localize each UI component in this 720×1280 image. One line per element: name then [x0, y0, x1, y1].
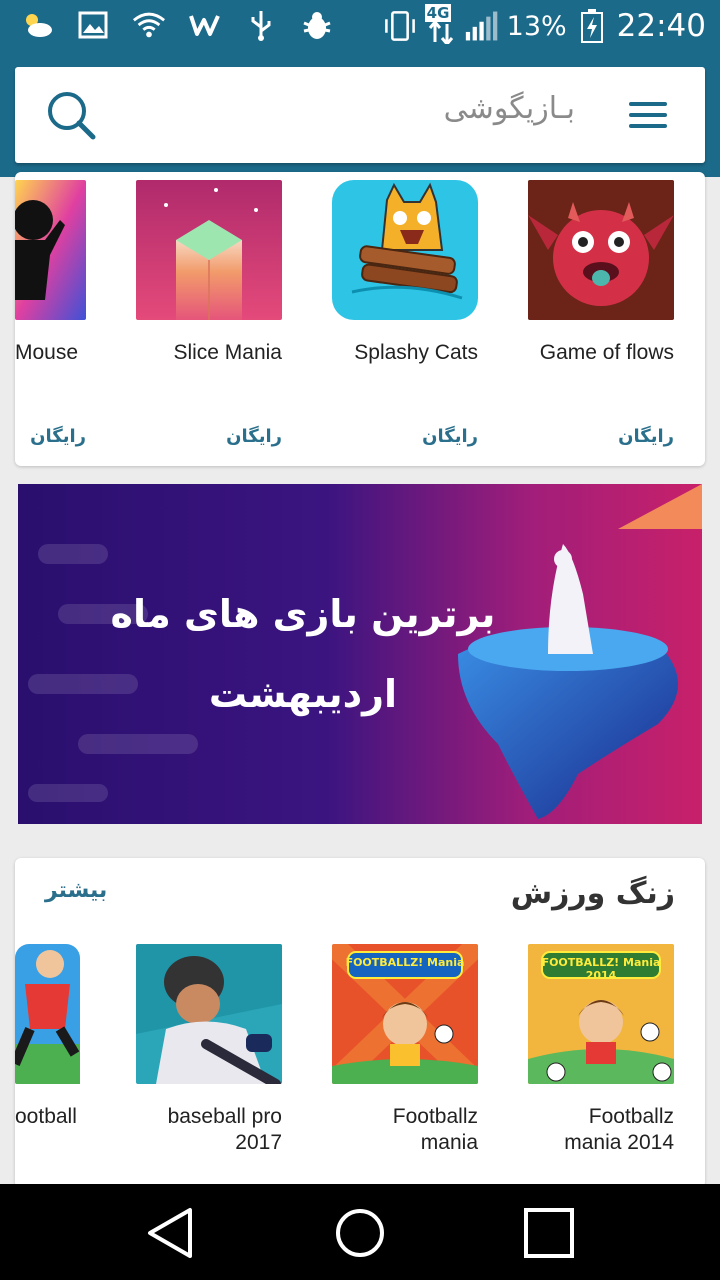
- battery-percent: 13%: [506, 10, 567, 42]
- promo-banner[interactable]: برترین بازی های ماه اردیبهشت: [18, 484, 702, 824]
- app-item-splashy-cats[interactable]: Splashy Cats رایگان: [332, 180, 478, 447]
- app-logo-text: FOOTBALLZ! Mania: [345, 956, 465, 969]
- signal-icon: [465, 9, 499, 43]
- battery-charging-icon: [575, 9, 609, 43]
- app-item-baseball-pro-2017[interactable]: baseball pro 2017: [136, 944, 282, 1156]
- w-app-icon: [188, 8, 222, 42]
- app-price: رایگان: [422, 426, 478, 447]
- app-icon-footballz-mania-2014: FOOTBALLZ! Mania 2014: [528, 944, 674, 1084]
- app-name: Footballz mania 2014: [564, 1105, 674, 1154]
- app-title: بـازیگوشی: [443, 91, 575, 126]
- vibrate-icon: [383, 9, 417, 43]
- app-name: Game of flows: [539, 341, 674, 364]
- search-icon[interactable]: [45, 89, 97, 141]
- app-item-mouse[interactable]: Mouse رایگان: [15, 180, 86, 447]
- app-item-slice-mania[interactable]: Slice Mania رایگان: [136, 180, 282, 447]
- app-price: رایگان: [226, 426, 282, 447]
- clock: 22:40: [616, 8, 706, 44]
- app-name: Slice Mania: [173, 341, 282, 364]
- app-name: baseball pro 2017: [167, 1105, 282, 1154]
- app-name: Splashy Cats: [354, 341, 478, 364]
- navigation-bar: [0, 1184, 720, 1280]
- network-type: 4G: [424, 4, 452, 22]
- app-item-game-of-flows[interactable]: Game of flows رایگان: [528, 180, 674, 447]
- app-icon-baseball-pro-2017: [136, 944, 282, 1084]
- status-bar: 4G 13% 22:40: [0, 0, 720, 52]
- menu-icon[interactable]: [629, 102, 667, 128]
- app-icon-slice-mania: [136, 180, 282, 320]
- app-item-footballz-mania[interactable]: FOOTBALLZ! Mania Footballz mania: [332, 944, 478, 1156]
- recents-icon[interactable]: [522, 1206, 576, 1260]
- back-icon[interactable]: [144, 1206, 198, 1260]
- wifi-icon: [132, 8, 166, 42]
- app-icon-mouse: [15, 180, 86, 320]
- app-bar: بـازیگوشی: [15, 67, 705, 163]
- app-item-footballz-mania-2014[interactable]: FOOTBALLZ! Mania 2014 Footballz mania 20…: [528, 944, 674, 1156]
- app-item-football[interactable]: ootball: [15, 944, 86, 1130]
- weather-icon: [20, 8, 54, 42]
- bug-icon: [300, 8, 334, 42]
- app-name: Mouse: [15, 341, 79, 364]
- banner-line-2: اردیبهشت: [208, 672, 398, 716]
- usb-icon: [244, 8, 278, 42]
- home-icon[interactable]: [333, 1206, 387, 1260]
- banner-text: برترین بازی های ماه اردیبهشت: [108, 574, 498, 734]
- app-price: رایگان: [30, 426, 86, 447]
- app-price: رایگان: [618, 426, 674, 447]
- more-link[interactable]: بیشتر: [45, 878, 107, 903]
- gallery-icon: [76, 8, 110, 42]
- app-icon-footballz-mania: FOOTBALLZ! Mania: [332, 944, 478, 1084]
- section-title: زنگ ورزش: [510, 876, 675, 911]
- app-logo-text: FOOTBALLZ! Mania 2014: [541, 956, 661, 982]
- app-name: ootball: [15, 1105, 77, 1128]
- app-name: Footballz mania: [392, 1105, 478, 1154]
- app-icon-splashy-cats: [332, 180, 478, 320]
- top-apps-card: Game of flows رایگان Splashy Cats رایگان: [15, 172, 705, 466]
- data-arrows-icon: 4G: [424, 4, 457, 46]
- app-icon-football: [15, 944, 86, 1084]
- app-icon-game-of-flows: [528, 180, 674, 320]
- sports-section-card: زنگ ورزش بیشتر FOOTBALLZ! Mania 2014 Foo…: [15, 858, 705, 1188]
- banner-line-1: برترین بازی های ماه: [110, 592, 496, 636]
